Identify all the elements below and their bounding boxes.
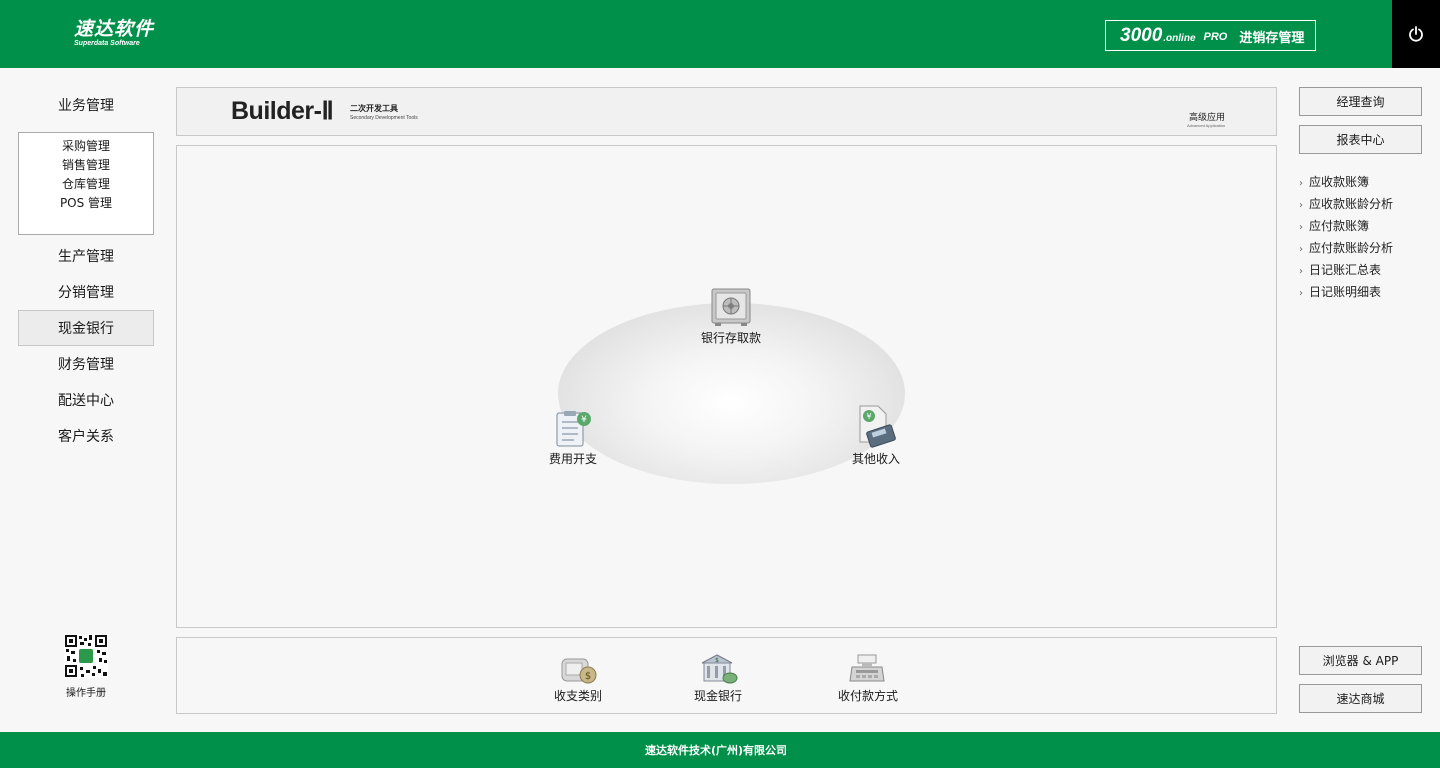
manager-query-button[interactable]: 经理查询 — [1299, 87, 1422, 116]
node-label: 其他收入 — [852, 452, 901, 466]
nav-crm[interactable]: 客户关系 — [18, 418, 154, 454]
nav-distribution[interactable]: 分销管理 — [18, 274, 154, 310]
link-journal-summary[interactable]: › 日记账汇总表 — [1299, 261, 1381, 278]
app-footer: 速达软件技术(广州)有限公司 — [0, 732, 1440, 768]
product-badge: 3000 .online PRO 进销存管理 — [1105, 20, 1316, 51]
link-receivable-aging[interactable]: › 应收款账龄分析 — [1299, 195, 1393, 212]
browser-app-button[interactable]: 浏览器 & APP — [1299, 646, 1422, 675]
nav-finance[interactable]: 财务管理 — [18, 346, 154, 382]
builder-subtitle-en: Secondary Development Tools — [350, 115, 418, 121]
product-edition: PRO — [1203, 31, 1228, 43]
builder-title: Builder-Ⅱ — [231, 97, 334, 125]
manual-label: 操作手册 — [66, 688, 106, 699]
node-other-income[interactable]: ¥ 其他收入 — [852, 404, 900, 467]
business-submenu: 采购管理 销售管理 仓库管理 POS 管理 — [18, 132, 154, 235]
node-bank-deposit-withdraw[interactable]: 银行存取款 — [701, 287, 761, 346]
qr-code-icon — [64, 634, 108, 678]
product-version: 3000 — [1120, 24, 1163, 46]
chevron-right-icon: › — [1299, 222, 1303, 233]
link-receivable-ledger[interactable]: › 应收款账簿 — [1299, 173, 1369, 190]
submenu-pos[interactable]: POS 管理 — [19, 194, 153, 213]
bottom-cash-bank[interactable]: $ 现金银行 — [694, 653, 742, 704]
chevron-right-icon: › — [1299, 244, 1303, 255]
money-bag-icon: $ — [561, 658, 597, 684]
pos-terminal-icon: ¥ — [859, 405, 896, 448]
product-online: .online — [1163, 33, 1196, 44]
bottom-toolbar: $ 收支类别 $ 现金银行 收付款方式 — [176, 637, 1277, 714]
svg-text:¥: ¥ — [581, 415, 587, 425]
advanced-app-en: Advanced Application — [1187, 123, 1226, 128]
nav-delivery[interactable]: 配送中心 — [18, 382, 154, 418]
link-label: 日记账汇总表 — [1309, 263, 1382, 277]
flow-workspace: 银行存取款 ¥ 费用开支 ¥ 其他收入 — [176, 145, 1277, 628]
node-label: 银行存取款 — [701, 331, 762, 345]
chevron-right-icon: › — [1299, 288, 1303, 299]
svg-text:$: $ — [585, 671, 591, 682]
product-name: 进销存管理 — [1239, 31, 1305, 46]
clipboard-icon: ¥ — [556, 411, 591, 447]
brand-logo: 速达软件 Superdata Software — [74, 18, 154, 48]
company-name: 速达软件技术(广州)有限公司 — [644, 744, 788, 757]
svg-text:¥: ¥ — [866, 412, 871, 421]
submenu-warehouse[interactable]: 仓库管理 — [19, 175, 153, 194]
bottom-income-expense-category[interactable]: $ 收支类别 — [554, 653, 602, 704]
module-banner: Builder-Ⅱ 二次开发工具 Secondary Development T… — [176, 87, 1277, 136]
bottom-payment-method[interactable]: 收付款方式 — [838, 653, 898, 704]
logo-en-text: Superdata Software — [74, 40, 140, 47]
store-button[interactable]: 速达商城 — [1299, 684, 1422, 713]
bottom-label: 收付款方式 — [838, 689, 899, 703]
nav-business-management[interactable]: 业务管理 — [18, 87, 154, 123]
submenu-purchase[interactable]: 采购管理 — [19, 137, 153, 156]
bottom-label: 收支类别 — [554, 689, 603, 703]
chevron-right-icon: › — [1299, 200, 1303, 211]
node-label: 费用开支 — [549, 452, 598, 466]
submenu-sales[interactable]: 销售管理 — [19, 156, 153, 175]
node-expense[interactable]: ¥ 费用开支 — [549, 410, 597, 467]
logo-cn-text: 速达软件 — [74, 18, 155, 40]
manual-qr-code[interactable] — [64, 634, 108, 678]
nav-cash-bank[interactable]: 现金银行 — [18, 310, 154, 346]
link-payable-ledger[interactable]: › 应付款账簿 — [1299, 217, 1369, 234]
link-label: 应收款账簿 — [1309, 175, 1370, 189]
link-payable-aging[interactable]: › 应付款账龄分析 — [1299, 239, 1393, 256]
safe-icon — [711, 288, 751, 326]
app-header: 速达软件 Superdata Software 3000 .online PRO… — [0, 0, 1440, 68]
link-label: 日记账明细表 — [1309, 285, 1382, 299]
link-journal-detail[interactable]: › 日记账明细表 — [1299, 283, 1381, 300]
logout-button[interactable] — [1392, 0, 1440, 68]
advanced-app-cn[interactable]: 高级应用 — [1189, 110, 1225, 123]
chevron-right-icon: › — [1299, 178, 1303, 189]
report-center-button[interactable]: 报表中心 — [1299, 125, 1422, 154]
link-label: 应付款账龄分析 — [1309, 241, 1394, 255]
power-icon — [1409, 26, 1423, 42]
link-label: 应收款账龄分析 — [1309, 197, 1394, 211]
svg-text:$: $ — [715, 657, 719, 664]
nav-production[interactable]: 生产管理 — [18, 238, 154, 274]
bank-icon: $ — [701, 654, 738, 684]
link-label: 应付款账簿 — [1309, 219, 1370, 233]
bottom-label: 现金银行 — [694, 689, 743, 703]
chevron-right-icon: › — [1299, 266, 1303, 277]
cash-register-icon — [849, 654, 885, 682]
builder-subtitle-cn: 二次开发工具 — [350, 104, 398, 113]
